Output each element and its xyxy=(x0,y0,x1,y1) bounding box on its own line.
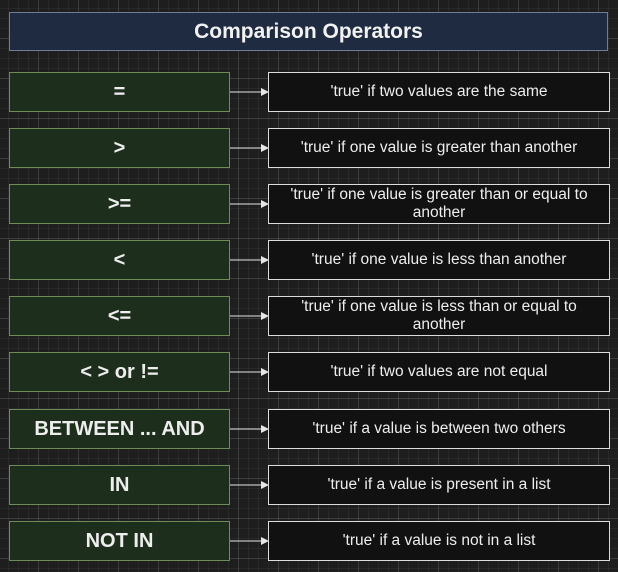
operator-box: > xyxy=(9,128,230,168)
description-box: 'true' if two values are the same xyxy=(268,72,610,112)
arrow-icon xyxy=(230,256,269,264)
operator-box: NOT IN xyxy=(9,521,230,561)
description-box: 'true' if two values are not equal xyxy=(268,352,610,392)
operator-row-in: IN 'true' if a value is present in a lis… xyxy=(0,465,618,505)
operator-row-not-equal: < > or != 'true' if two values are not e… xyxy=(0,352,618,392)
operator-row-equal: = 'true' if two values are the same xyxy=(0,72,618,112)
diagram-title: Comparison Operators xyxy=(9,12,608,51)
description-box: 'true' if one value is less than or equa… xyxy=(268,296,610,336)
operator-row-less: < 'true' if one value is less than anoth… xyxy=(0,240,618,280)
description-box: 'true' if a value is between two others xyxy=(268,409,610,449)
operator-box: = xyxy=(9,72,230,112)
arrow-icon xyxy=(230,312,269,320)
arrow-icon xyxy=(230,481,269,489)
description-box: 'true' if one value is less than another xyxy=(268,240,610,280)
operator-row-less-equal: <= 'true' if one value is less than or e… xyxy=(0,296,618,336)
description-box: 'true' if a value is present in a list xyxy=(268,465,610,505)
operator-box: < xyxy=(9,240,230,280)
operator-box: < > or != xyxy=(9,352,230,392)
operator-row-not-in: NOT IN 'true' if a value is not in a lis… xyxy=(0,521,618,561)
operator-box: BETWEEN ... AND xyxy=(9,409,230,449)
description-box: 'true' if a value is not in a list xyxy=(268,521,610,561)
operator-row-greater-equal: >= 'true' if one value is greater than o… xyxy=(0,184,618,224)
arrow-icon xyxy=(230,537,269,545)
operator-box: >= xyxy=(9,184,230,224)
operator-box: <= xyxy=(9,296,230,336)
arrow-icon xyxy=(230,144,269,152)
arrow-icon xyxy=(230,425,269,433)
arrow-icon xyxy=(230,368,269,376)
arrow-icon xyxy=(230,200,269,208)
arrow-icon xyxy=(230,88,269,96)
operator-row-greater: > 'true' if one value is greater than an… xyxy=(0,128,618,168)
description-box: 'true' if one value is greater than or e… xyxy=(268,184,610,224)
operator-row-between: BETWEEN ... AND 'true' if a value is bet… xyxy=(0,409,618,449)
description-box: 'true' if one value is greater than anot… xyxy=(268,128,610,168)
operator-box: IN xyxy=(9,465,230,505)
